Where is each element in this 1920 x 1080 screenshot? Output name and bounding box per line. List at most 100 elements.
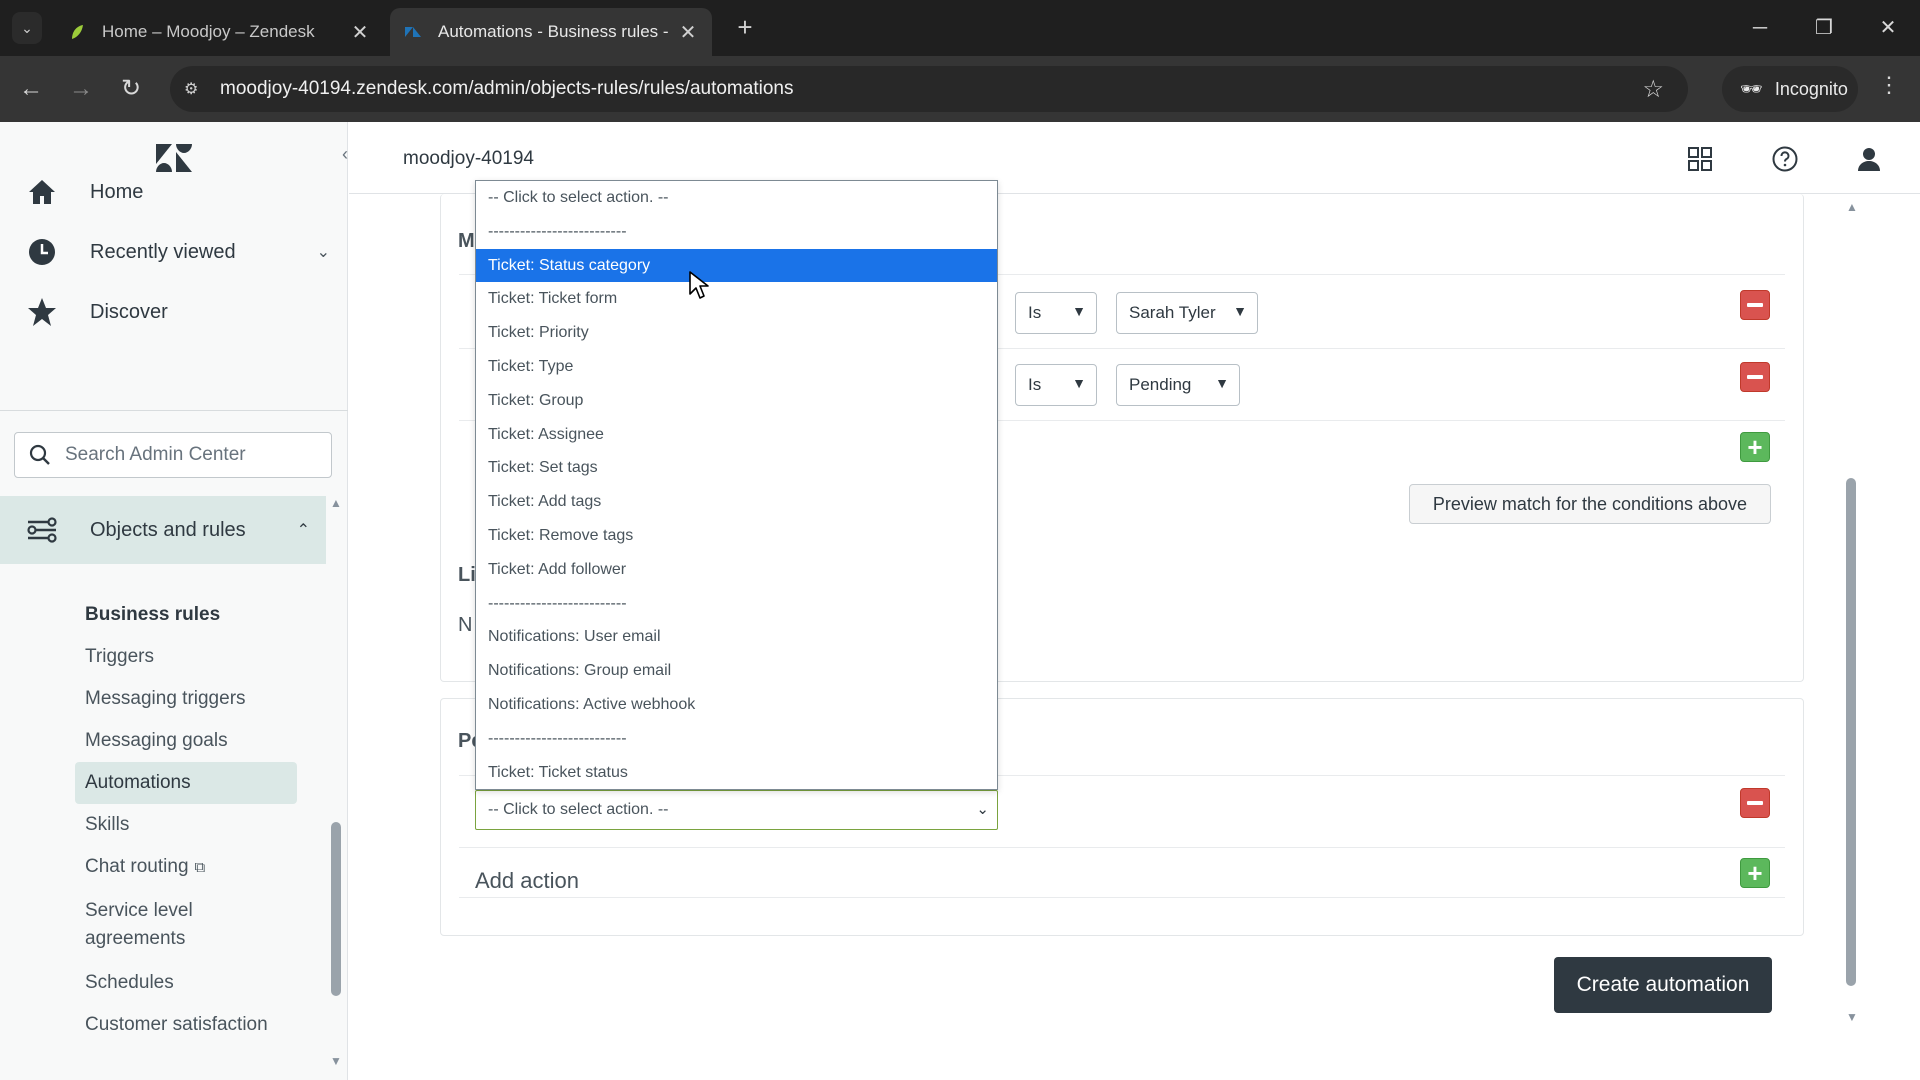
add-action-label: Add action [475, 868, 579, 893]
new-tab-icon[interactable]: + [730, 12, 760, 44]
sidebar-item-label: Chat routing [85, 856, 189, 877]
preview-match-button[interactable]: Preview match for the conditions above [1409, 484, 1771, 524]
account-name: moodjoy-40194 [403, 148, 534, 169]
tab-close-icon[interactable]: ✕ [350, 20, 370, 45]
chevron-down-icon: ▼ [1215, 375, 1229, 391]
scroll-up-icon[interactable]: ▲ [330, 496, 342, 510]
nav-label: Discover [90, 300, 168, 323]
remove-action-button[interactable] [1740, 788, 1770, 818]
nav-recently-viewed[interactable]: Recently viewed ⌄ [0, 222, 348, 282]
restore-icon[interactable]: ❐ [1804, 12, 1844, 44]
conditions-heading-fragment: M [458, 230, 475, 252]
add-condition-button[interactable]: + [1740, 432, 1770, 462]
nav-objects-and-rules[interactable]: Objects and rules ⌃ [0, 496, 326, 564]
dropdown-option[interactable]: Notifications: Active webhook [476, 688, 997, 722]
dropdown-option[interactable]: Ticket: Ticket status [476, 756, 997, 789]
browser-toolbar: ← → ↻ ⚙ moodjoy-40194.zendesk.com/admin/… [0, 56, 1920, 122]
minimize-icon[interactable]: ─ [1740, 12, 1780, 44]
dropdown-option[interactable]: Ticket: Assignee [476, 418, 997, 452]
user-avatar-icon[interactable] [1856, 146, 1882, 172]
sidebar-item-sla-line1[interactable]: Service level [85, 900, 193, 922]
sidebar-item-triggers[interactable]: Triggers [85, 646, 154, 668]
site-settings-icon[interactable]: ⚙ [184, 79, 204, 99]
nav-label: Objects and rules [90, 518, 246, 541]
nav-discover[interactable]: Discover [0, 282, 348, 342]
dropdown-option[interactable]: Ticket: Type [476, 350, 997, 384]
select-value: Sarah Tyler [1129, 303, 1216, 322]
incognito-indicator[interactable]: 🕶 Incognito [1722, 66, 1858, 112]
action-dropdown-list[interactable]: -- Click to select action. -- ----------… [475, 180, 998, 790]
dropdown-option[interactable]: Ticket: Add follower [476, 553, 997, 587]
main-scroll-down-icon[interactable]: ▼ [1846, 1010, 1858, 1024]
help-icon[interactable] [1772, 146, 1798, 172]
tab-search-chevron-icon[interactable]: ⌄ [12, 12, 42, 44]
sidebar-item-messaging-triggers[interactable]: Messaging triggers [85, 688, 246, 710]
dropdown-option[interactable]: Ticket: Set tags [476, 451, 997, 485]
chevron-down-icon: ▼ [1072, 303, 1086, 319]
dropdown-option[interactable]: Ticket: Add tags [476, 485, 997, 519]
remove-condition-button[interactable] [1740, 290, 1770, 320]
chevron-up-icon[interactable]: ⌃ [297, 520, 310, 540]
action-select[interactable]: -- Click to select action. -- ⌄ [475, 790, 998, 830]
sidebar-scrollbar-thumb[interactable] [331, 822, 341, 996]
mouse-cursor-icon [689, 271, 709, 299]
main-scrollbar-thumb[interactable] [1846, 478, 1856, 986]
sidebar-item-customer-satisfaction[interactable]: Customer satisfaction [85, 1014, 268, 1036]
sidebar-item-skills[interactable]: Skills [85, 814, 129, 836]
search-icon [29, 444, 50, 465]
tab-title: Automations - Business rules - [438, 22, 669, 41]
add-action-button[interactable]: + [1740, 858, 1770, 888]
business-rules-heading: Business rules [85, 604, 221, 625]
browser-menu-icon[interactable]: ⋮ [1878, 72, 1900, 98]
remove-condition-button[interactable] [1740, 362, 1770, 392]
sidebar-item-schedules[interactable]: Schedules [85, 972, 174, 994]
apps-grid-icon[interactable] [1687, 146, 1713, 172]
condition-value-select[interactable]: Pending ▼ [1116, 364, 1240, 406]
dropdown-option[interactable]: Ticket: Ticket form [476, 282, 997, 316]
back-icon[interactable]: ← [16, 74, 46, 104]
address-bar[interactable]: ⚙ moodjoy-40194.zendesk.com/admin/object… [170, 66, 1688, 112]
dropdown-option[interactable]: Notifications: Group email [476, 654, 997, 688]
dropdown-separator: -------------------------- [488, 222, 627, 240]
condition-value-select[interactable]: Sarah Tyler ▼ [1116, 292, 1258, 334]
dropdown-option[interactable]: Ticket: Group [476, 384, 997, 418]
external-link-icon: ⧉ [194, 859, 206, 876]
condition-operator-select[interactable]: Is ▼ [1015, 364, 1097, 406]
chevron-down-icon[interactable]: ⌄ [317, 242, 330, 262]
bookmark-star-icon[interactable]: ☆ [1642, 75, 1664, 104]
admin-search[interactable] [14, 432, 332, 478]
browser-tab-automations[interactable]: Automations - Business rules - ✕ [390, 8, 712, 56]
dropdown-option[interactable]: Ticket: Remove tags [476, 519, 997, 553]
star-icon [24, 294, 60, 330]
forward-icon[interactable]: → [66, 74, 96, 104]
dropdown-option[interactable]: Ticket: Priority [476, 316, 997, 350]
select-value: Is [1028, 303, 1042, 322]
select-value: -- Click to select action. -- [488, 801, 669, 818]
sidebar-item-sla-line2[interactable]: agreements [85, 928, 185, 950]
main-scroll-up-icon[interactable]: ▲ [1846, 200, 1858, 214]
nav-home[interactable]: Home [0, 162, 348, 222]
scroll-down-icon[interactable]: ▼ [330, 1054, 342, 1068]
row-divider [459, 897, 1785, 898]
dropdown-separator: -------------------------- [488, 729, 627, 747]
browser-tab-home[interactable]: Home – Moodjoy – Zendesk ✕ [54, 8, 384, 56]
dropdown-option-highlighted[interactable]: Ticket: Status category [476, 248, 997, 283]
nav-label: Home [90, 180, 144, 203]
create-automation-button[interactable]: Create automation [1554, 957, 1772, 1013]
limit-heading-fragment: Li [458, 564, 476, 586]
sidebar-item-automations[interactable]: Automations [75, 762, 297, 804]
incognito-label: Incognito [1774, 78, 1848, 99]
window-close-icon[interactable]: ✕ [1868, 12, 1908, 44]
chevron-down-icon: ▼ [1072, 375, 1086, 391]
select-value: Pending [1129, 375, 1192, 394]
search-input[interactable] [65, 444, 305, 466]
sidebar-item-chat-routing[interactable]: Chat routing ⧉ [85, 856, 205, 878]
tab-close-icon[interactable]: ✕ [678, 20, 698, 45]
sidebar-item-messaging-goals[interactable]: Messaging goals [85, 730, 228, 752]
home-icon [24, 174, 60, 210]
reload-icon[interactable]: ↻ [116, 74, 146, 104]
condition-operator-select[interactable]: Is ▼ [1015, 292, 1097, 334]
dropdown-option[interactable]: Notifications: User email [476, 620, 997, 654]
dropdown-option[interactable]: -- Click to select action. -- [476, 181, 997, 215]
select-value: Is [1028, 375, 1042, 394]
